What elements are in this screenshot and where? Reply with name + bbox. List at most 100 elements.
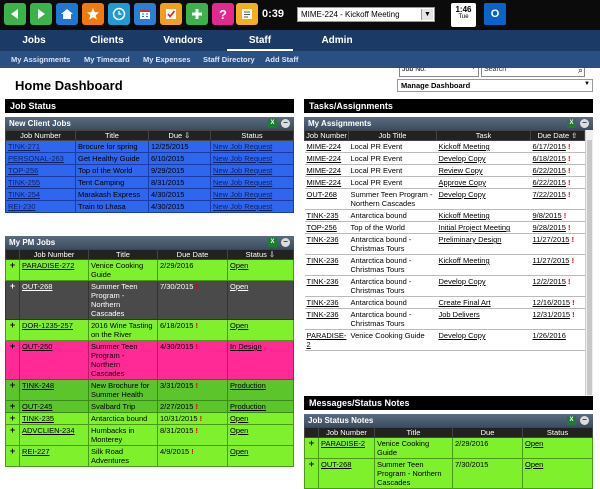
collapse-icon[interactable]: − — [580, 416, 589, 425]
job-number-link[interactable]: ADVCLIEN-234 — [22, 426, 75, 435]
status-link[interactable]: Production — [230, 381, 266, 390]
expand-icon[interactable]: + — [10, 342, 15, 352]
job-number-link[interactable]: REI-227 — [22, 447, 50, 456]
status-link[interactable]: In Design — [230, 342, 262, 351]
job-number-link[interactable]: MIME-224 — [307, 154, 342, 163]
tab-jobs[interactable]: Jobs — [5, 32, 63, 51]
task-link[interactable]: Develop Copy — [439, 331, 486, 340]
job-number-link[interactable]: OUT-250 — [22, 342, 52, 351]
collapse-icon[interactable]: − — [281, 119, 290, 128]
task-link[interactable]: Kickoff Meeting — [439, 211, 490, 220]
chevron-down-icon[interactable]: ▼ — [421, 9, 433, 20]
status-link[interactable]: Production — [230, 402, 266, 411]
task-link[interactable]: Approve Copy — [439, 178, 487, 187]
subnav-my-timecard[interactable]: My Timecard — [84, 55, 130, 64]
status-link[interactable]: Open — [230, 414, 248, 423]
column-header[interactable]: Job Number — [5, 130, 76, 141]
job-number-link[interactable]: TOP-256 — [8, 166, 38, 175]
column-header[interactable]: Job Number — [19, 249, 89, 260]
column-header[interactable]: Title — [75, 130, 149, 141]
job-number-link[interactable]: TINK-236 — [307, 310, 339, 319]
column-header[interactable]: Job Number — [318, 427, 375, 438]
expand-icon[interactable]: + — [10, 282, 15, 292]
job-number-link[interactable]: TINK-235 — [22, 414, 54, 423]
column-header[interactable]: Due Date ⇧ — [530, 130, 585, 141]
column-header[interactable]: Job Title — [348, 130, 437, 141]
job-number-link[interactable]: TINK-254 — [8, 190, 40, 199]
task-link[interactable]: Develop Copy — [439, 277, 486, 286]
status-link[interactable]: New Job Request — [213, 142, 272, 151]
manage-dashboard-select[interactable]: Manage Dashboard ▼ — [397, 79, 593, 92]
excel-export-icon[interactable]: X — [268, 238, 277, 247]
checklist-icon[interactable] — [160, 3, 182, 25]
expand-icon[interactable]: + — [10, 261, 15, 271]
home-icon[interactable] — [56, 3, 78, 25]
status-link[interactable]: Open — [230, 426, 248, 435]
status-link[interactable]: New Job Request — [213, 178, 272, 187]
column-header[interactable]: Task — [436, 130, 531, 141]
column-header[interactable]: Due ⇩ — [148, 130, 211, 141]
clock-icon[interactable] — [108, 3, 130, 25]
job-number-link[interactable]: MIME-224 — [307, 142, 342, 151]
job-number-link[interactable]: PARADISE-2 — [321, 439, 365, 448]
expand-icon[interactable]: + — [10, 447, 15, 457]
outlook-icon[interactable]: O — [484, 3, 506, 25]
assignments-scrollbar[interactable] — [585, 130, 593, 410]
column-header[interactable]: Status — [210, 130, 294, 141]
task-link[interactable]: Kickoff Meeting — [439, 256, 490, 265]
job-number-link[interactable]: PERSONAL-263 — [8, 154, 64, 163]
subnav-staff-directory[interactable]: Staff Directory — [203, 55, 255, 64]
job-number-link[interactable]: TINK-235 — [307, 211, 339, 220]
task-link[interactable]: Job Delivers — [439, 310, 480, 319]
status-link[interactable]: New Job Request — [213, 154, 272, 163]
tab-clients[interactable]: Clients — [74, 32, 140, 51]
status-link[interactable]: Open — [525, 439, 543, 448]
star-icon[interactable] — [82, 3, 104, 25]
column-header[interactable]: Status — [522, 427, 593, 438]
column-header[interactable]: Title — [88, 249, 158, 260]
job-number-link[interactable]: TINK-236 — [307, 235, 339, 244]
job-number-link[interactable]: REI-230 — [8, 202, 36, 211]
calendar-icon[interactable] — [134, 3, 156, 25]
job-number-link[interactable]: OUT-268 — [321, 460, 351, 469]
subnav-add-staff[interactable]: Add Staff — [265, 55, 298, 64]
excel-export-icon[interactable]: X — [567, 119, 576, 128]
expand-icon[interactable]: + — [309, 460, 314, 470]
column-header[interactable]: Job Number — [304, 130, 349, 141]
column-header[interactable]: Due — [452, 427, 523, 438]
expand-icon[interactable]: + — [10, 402, 15, 412]
collapse-icon[interactable]: − — [281, 238, 290, 247]
status-link[interactable]: Open — [230, 447, 248, 456]
status-link[interactable]: New Job Request — [213, 190, 272, 199]
job-number-link[interactable]: DOR-1235-257 — [22, 321, 73, 330]
tab-vendors[interactable]: Vendors — [150, 32, 216, 51]
status-link[interactable]: Open — [230, 321, 248, 330]
job-number-link[interactable]: TINK-271 — [8, 142, 40, 151]
excel-export-icon[interactable]: X — [268, 119, 277, 128]
collapse-icon[interactable]: − — [580, 119, 589, 128]
job-number-link[interactable]: TINK-236 — [307, 256, 339, 265]
forward-icon[interactable] — [30, 3, 52, 25]
task-link[interactable]: Review Copy — [439, 166, 483, 175]
tab-staff[interactable]: Staff — [227, 32, 293, 51]
expand-icon[interactable]: + — [309, 439, 314, 449]
job-number-link[interactable]: TINK-236 — [307, 298, 339, 307]
subnav-my-assignments[interactable]: My Assignments — [11, 55, 70, 64]
column-header[interactable]: Status ⇩ — [227, 249, 294, 260]
job-number-link[interactable]: MIME-224 — [307, 178, 342, 187]
task-link[interactable]: Develop Copy — [439, 190, 486, 199]
job-number-link[interactable]: TOP-256 — [307, 223, 337, 232]
status-link[interactable]: New Job Request — [213, 202, 272, 211]
task-link[interactable]: Initial Project Meeting — [439, 223, 511, 232]
status-link[interactable]: Open — [525, 460, 543, 469]
meeting-select[interactable]: MIME-224 - Kickoff Meeting ▼ — [297, 7, 435, 22]
job-number-link[interactable]: OUT-268 — [22, 282, 52, 291]
job-number-link[interactable]: TINK-248 — [22, 381, 54, 390]
task-link[interactable]: Preliminary Design — [439, 235, 502, 244]
expand-icon[interactable]: + — [10, 426, 15, 436]
subnav-my-expenses[interactable]: My Expenses — [143, 55, 191, 64]
expand-icon[interactable]: + — [10, 321, 15, 331]
job-number-link[interactable]: MIME-224 — [307, 166, 342, 175]
job-number-link[interactable]: TINK-236 — [307, 277, 339, 286]
excel-export-icon[interactable]: X — [567, 416, 576, 425]
